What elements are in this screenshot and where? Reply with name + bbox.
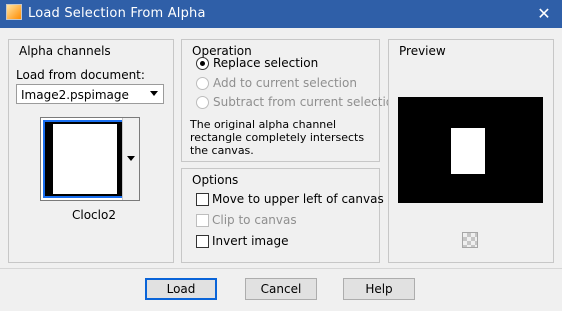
add-to-selection-label[interactable]: Add to current selection (213, 76, 357, 90)
clip-to-canvas-label[interactable]: Clip to canvas (212, 213, 297, 227)
alpha-channel-thumbnail-picker[interactable] (40, 117, 140, 201)
options-legend: Options (190, 173, 241, 187)
title-bar: Load Selection From Alpha ✕ (0, 0, 562, 28)
thumbnail-dropdown-button[interactable] (122, 118, 139, 200)
replace-selection-label[interactable]: Replace selection (213, 56, 318, 70)
replace-selection-radio[interactable] (196, 57, 209, 70)
cancel-button[interactable]: Cancel (245, 278, 317, 300)
move-upper-left-checkbox[interactable] (196, 193, 209, 206)
document-select-value: Image2.pspimage (21, 88, 129, 102)
document-select[interactable]: Image2.pspimage (16, 84, 164, 104)
preview-legend: Preview (397, 44, 448, 58)
app-icon (6, 4, 22, 20)
channel-name-label: Cloclo2 (72, 208, 116, 222)
help-button[interactable]: Help (343, 278, 415, 300)
invert-image-checkbox[interactable] (196, 235, 209, 248)
add-to-selection-radio[interactable] (196, 77, 209, 90)
load-button[interactable]: Load (145, 278, 217, 300)
move-upper-left-label[interactable]: Move to upper left of canvas (212, 192, 384, 206)
invert-image-label[interactable]: Invert image (212, 234, 288, 248)
clip-to-canvas-checkbox[interactable] (196, 214, 209, 227)
close-icon[interactable]: ✕ (534, 4, 554, 24)
window-title: Load Selection From Alpha (28, 6, 206, 21)
subtract-from-selection-label[interactable]: Subtract from current selection (213, 95, 401, 109)
selected-thumbnail[interactable] (43, 120, 125, 198)
load-from-document-label: Load from document: (16, 68, 145, 82)
alpha-channels-legend: Alpha channels (17, 44, 113, 58)
chevron-down-icon[interactable] (150, 91, 158, 96)
button-separator (0, 268, 562, 269)
checkerboard-icon[interactable] (462, 232, 478, 248)
subtract-from-selection-radio[interactable] (196, 96, 209, 109)
preview-selection-rect (451, 128, 485, 174)
operation-description: The original alpha channel rectangle com… (190, 118, 365, 157)
preview-canvas (398, 97, 543, 203)
thumbnail-white-rect (53, 124, 117, 194)
